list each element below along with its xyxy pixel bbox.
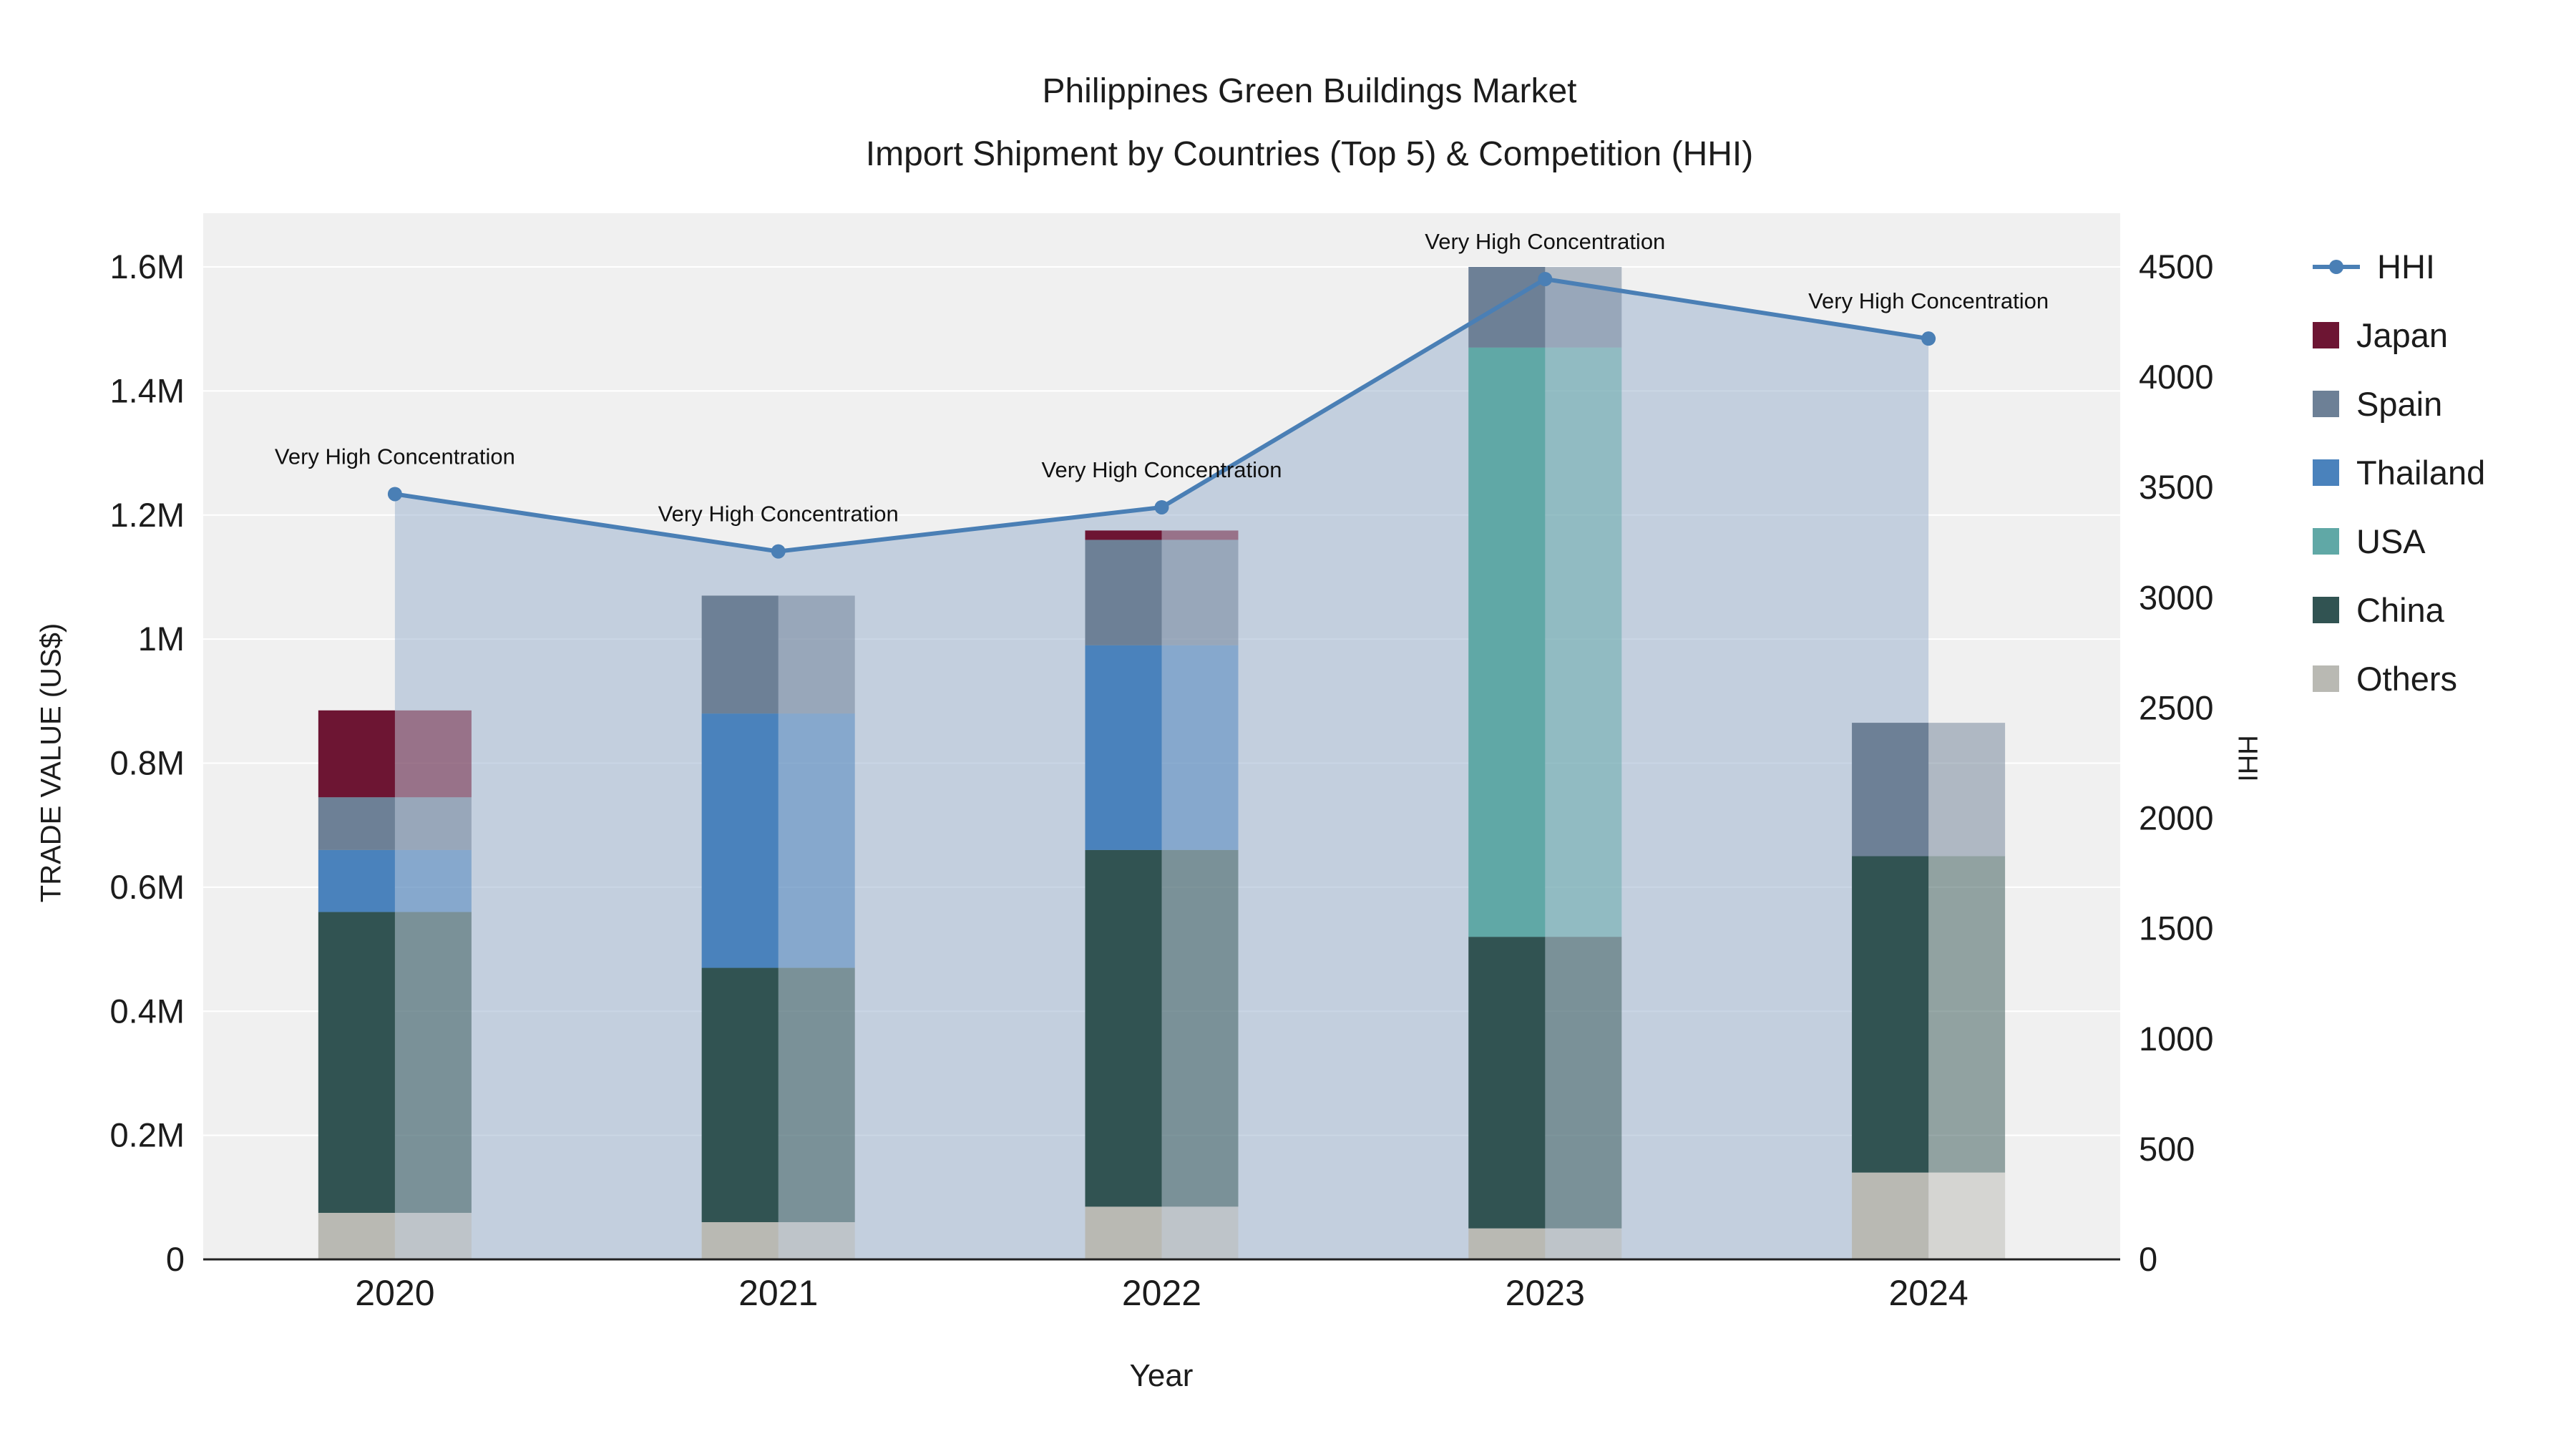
hhi-marker [1538, 271, 1553, 286]
y-right-tick-label: 4000 [2139, 358, 2214, 396]
legend-label: China [2356, 590, 2444, 629]
x-tick-label: 2024 [1888, 1273, 1968, 1313]
bar-segment-solid-japan [1085, 530, 1162, 540]
legend-label: Thailand [2356, 453, 2486, 492]
y-axis-left-title: TRADE VALUE (US$) [35, 623, 67, 903]
legend-label: HHI [2377, 247, 2435, 286]
legend-swatch-icon [2313, 321, 2339, 348]
y-left-tick-label: 1.4M [110, 371, 185, 409]
y-right-tick-label: 0 [2139, 1240, 2157, 1278]
y-right-tick-label: 3000 [2139, 578, 2214, 616]
y-left-tick-label: 1.2M [110, 496, 185, 534]
bar-segment-solid-spain [318, 797, 395, 850]
figure: Philippines Green Buildings Market Impor… [0, 0, 2576, 1449]
legend-item-thailand[interactable]: Thailand [2313, 452, 2485, 492]
hhi-marker [387, 487, 402, 502]
y-left-tick-label: 0.4M [110, 992, 185, 1030]
legend-swatch-icon [2313, 390, 2339, 417]
y-right-tick-label: 4500 [2139, 248, 2214, 286]
annotation-label: Very High Concentration [1425, 229, 1665, 254]
x-axis-title: Year [1129, 1358, 1194, 1393]
annotation-label: Very High Concentration [275, 444, 515, 469]
legend-item-hhi[interactable]: HHI [2313, 246, 2485, 286]
legend-item-china[interactable]: China [2313, 590, 2485, 630]
y-left-tick-label: 1M [138, 620, 185, 658]
bar-segment-solid-others [318, 1212, 395, 1259]
legend-line-icon [2313, 253, 2360, 280]
bar-segment-solid-spain [1468, 267, 1546, 348]
bar-segment-solid-others [701, 1221, 779, 1259]
bar-segment-solid-others [1852, 1172, 1929, 1259]
hhi-marker [1921, 331, 1936, 346]
bar-segment-solid-others [1468, 1228, 1546, 1259]
x-tick-label: 2023 [1506, 1273, 1585, 1313]
bar-segment-solid-thailand [701, 713, 779, 968]
legend-swatch-icon [2313, 459, 2339, 486]
annotation-label: Very High Concentration [1041, 457, 1282, 482]
bar-segment-solid-others [1085, 1206, 1162, 1259]
bar-segment-solid-japan [318, 710, 395, 798]
y-left-tick-label: 0.6M [110, 868, 185, 906]
legend-item-others[interactable]: Others [2313, 658, 2485, 698]
bar-segment-solid-china [1468, 937, 1546, 1229]
bar-segment-solid-spain [1085, 540, 1162, 645]
legend-label: Japan [2356, 316, 2449, 354]
y-left-tick-label: 1.6M [110, 248, 185, 286]
y-right-tick-label: 1000 [2139, 1020, 2214, 1058]
y-right-tick-label: 2500 [2139, 688, 2214, 726]
legend-swatch-icon [2313, 596, 2339, 623]
legend-swatch-icon [2313, 665, 2339, 692]
bar-segment-solid-china [318, 912, 395, 1213]
annotation-label: Very High Concentration [1808, 288, 2049, 313]
bar-segment-solid-thailand [1085, 645, 1162, 850]
bar-segment-solid-china [1085, 849, 1162, 1207]
y-right-tick-label: 3500 [2139, 468, 2214, 506]
legend-label: Others [2356, 659, 2458, 698]
bar-segment-solid-china [1852, 856, 1929, 1173]
bar-segment-solid-spain [1852, 723, 1929, 857]
bar-segment-solid-spain [701, 595, 779, 714]
bar-segment-solid-usa [1468, 347, 1546, 937]
x-tick-label: 2021 [738, 1273, 818, 1313]
legend-label: USA [2356, 522, 2426, 560]
chart-canvas: Very High Concentration Very High Concent… [110, 213, 2214, 1313]
legend-swatch-icon [2313, 527, 2339, 555]
y-axis-right-title: HHI [2232, 735, 2263, 782]
legend: HHI Japan Spain Thailand USA China Others [2313, 246, 2485, 698]
legend-item-usa[interactable]: USA [2313, 521, 2485, 561]
hhi-marker [771, 544, 786, 559]
bar-segment-solid-china [701, 967, 779, 1222]
x-tick-label: 2022 [1122, 1273, 1201, 1313]
legend-item-spain[interactable]: Spain [2313, 384, 2485, 424]
y-left-tick-label: 0.8M [110, 744, 185, 782]
y-right-tick-label: 2000 [2139, 799, 2214, 837]
legend-label: Spain [2356, 384, 2443, 423]
y-left-tick-label: 0.2M [110, 1116, 185, 1154]
y-right-tick-label: 500 [2139, 1130, 2195, 1168]
y-left-tick-label: 0 [166, 1240, 185, 1278]
y-right-tick-label: 1500 [2139, 909, 2214, 947]
legend-item-japan[interactable]: Japan [2313, 315, 2485, 355]
bar-segment-solid-thailand [318, 849, 395, 912]
hhi-marker [1154, 499, 1169, 514]
annotation-label: Very High Concentration [658, 502, 899, 527]
x-tick-label: 2020 [355, 1273, 434, 1313]
